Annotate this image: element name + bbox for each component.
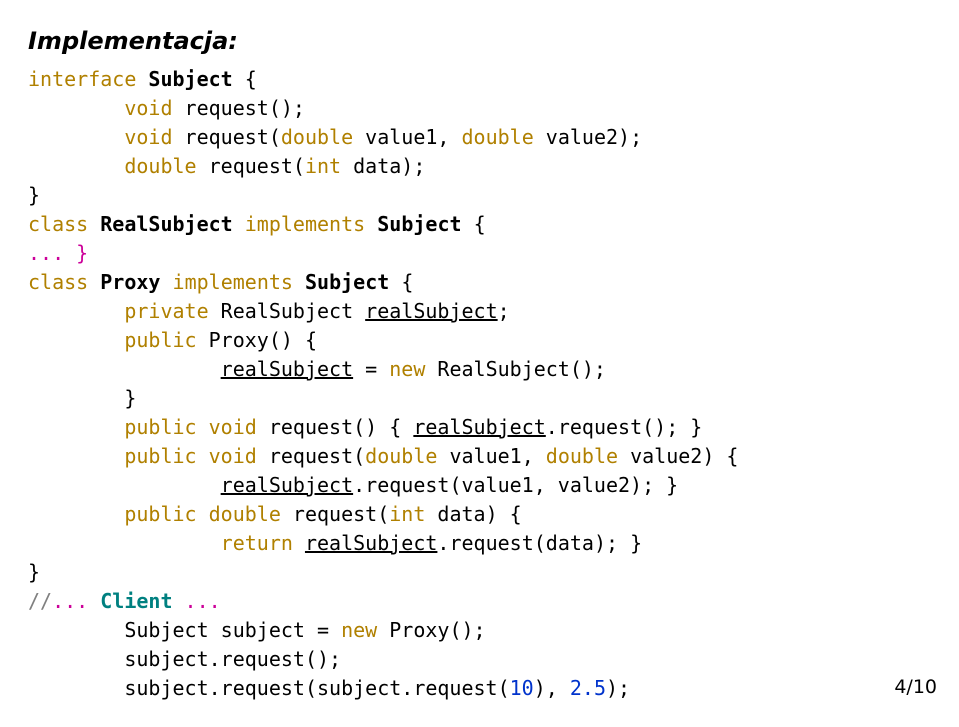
text: request( (173, 125, 281, 149)
text: value2) { (618, 444, 738, 468)
text: ); (606, 676, 630, 700)
kw-double: double (462, 125, 534, 149)
client-label: Client (100, 589, 172, 613)
kw-int: int (305, 154, 341, 178)
num: 10 (510, 676, 534, 700)
field-realsubject: realSubject (365, 299, 497, 323)
text: Proxy(); (377, 618, 485, 642)
text: subject.request(); (28, 647, 341, 671)
text: value1, (353, 125, 461, 149)
text: .request(); } (546, 415, 703, 439)
kw-void: void (209, 444, 257, 468)
text: ), (534, 676, 570, 700)
text: } (28, 560, 40, 584)
text: RealSubject(); (425, 357, 606, 381)
text: value1, (437, 444, 545, 468)
text: .request(value1, value2); } (353, 473, 678, 497)
kw-public: public (124, 328, 196, 352)
text: value2); (534, 125, 642, 149)
kw-implements: implements (173, 270, 293, 294)
comment: // (28, 589, 52, 613)
kw-class: class (28, 270, 88, 294)
type-realsubject: RealSubject (100, 212, 232, 236)
text: } (28, 386, 136, 410)
text: = (353, 357, 389, 381)
kw-double: double (546, 444, 618, 468)
text: { (462, 212, 486, 236)
kw-interface: interface (28, 67, 136, 91)
kw-public: public (124, 502, 196, 526)
type-proxy: Proxy (100, 270, 160, 294)
kw-new: new (389, 357, 425, 381)
kw-double: double (281, 125, 353, 149)
kw-public: public (124, 444, 196, 468)
text: .request(data); } (437, 531, 642, 555)
kw-void: void (124, 125, 172, 149)
field-realsubject: realSubject (221, 473, 353, 497)
kw-double: double (124, 154, 196, 178)
kw-private: private (124, 299, 208, 323)
code-block: interface Subject { void request(); void… (28, 65, 931, 703)
heading: Implementacja: (28, 24, 931, 59)
text: request(); (173, 96, 305, 120)
kw-public: public (124, 415, 196, 439)
field-realsubject: realSubject (221, 357, 353, 381)
kw-void: void (124, 96, 172, 120)
text: request( (281, 502, 389, 526)
kw-double: double (365, 444, 437, 468)
kw-implements: implements (245, 212, 365, 236)
text: RealSubject (209, 299, 366, 323)
text: ; (498, 299, 510, 323)
kw-void: void (209, 415, 257, 439)
text: request() { (257, 415, 414, 439)
type-subject: Subject (305, 270, 389, 294)
text: subject.request(subject.request( (28, 676, 510, 700)
text: Subject subject = (28, 618, 341, 642)
text: ... (52, 589, 100, 613)
kw-class: class (28, 212, 88, 236)
field-realsubject: realSubject (305, 531, 437, 555)
text: data) { (425, 502, 521, 526)
text: request( (257, 444, 365, 468)
text: data); (341, 154, 425, 178)
kw-double: double (209, 502, 281, 526)
text: ... (173, 589, 221, 613)
text: Proxy() { (197, 328, 317, 352)
text: } (28, 183, 40, 207)
kw-int: int (389, 502, 425, 526)
text: { (389, 270, 413, 294)
text: { (233, 67, 257, 91)
page-number: 4/10 (894, 674, 937, 702)
text: ... } (28, 241, 88, 265)
type-subject: Subject (377, 212, 461, 236)
field-realsubject: realSubject (413, 415, 545, 439)
kw-new: new (341, 618, 377, 642)
kw-return: return (221, 531, 293, 555)
type-subject: Subject (148, 67, 232, 91)
num: 2.5 (570, 676, 606, 700)
text: request( (197, 154, 305, 178)
